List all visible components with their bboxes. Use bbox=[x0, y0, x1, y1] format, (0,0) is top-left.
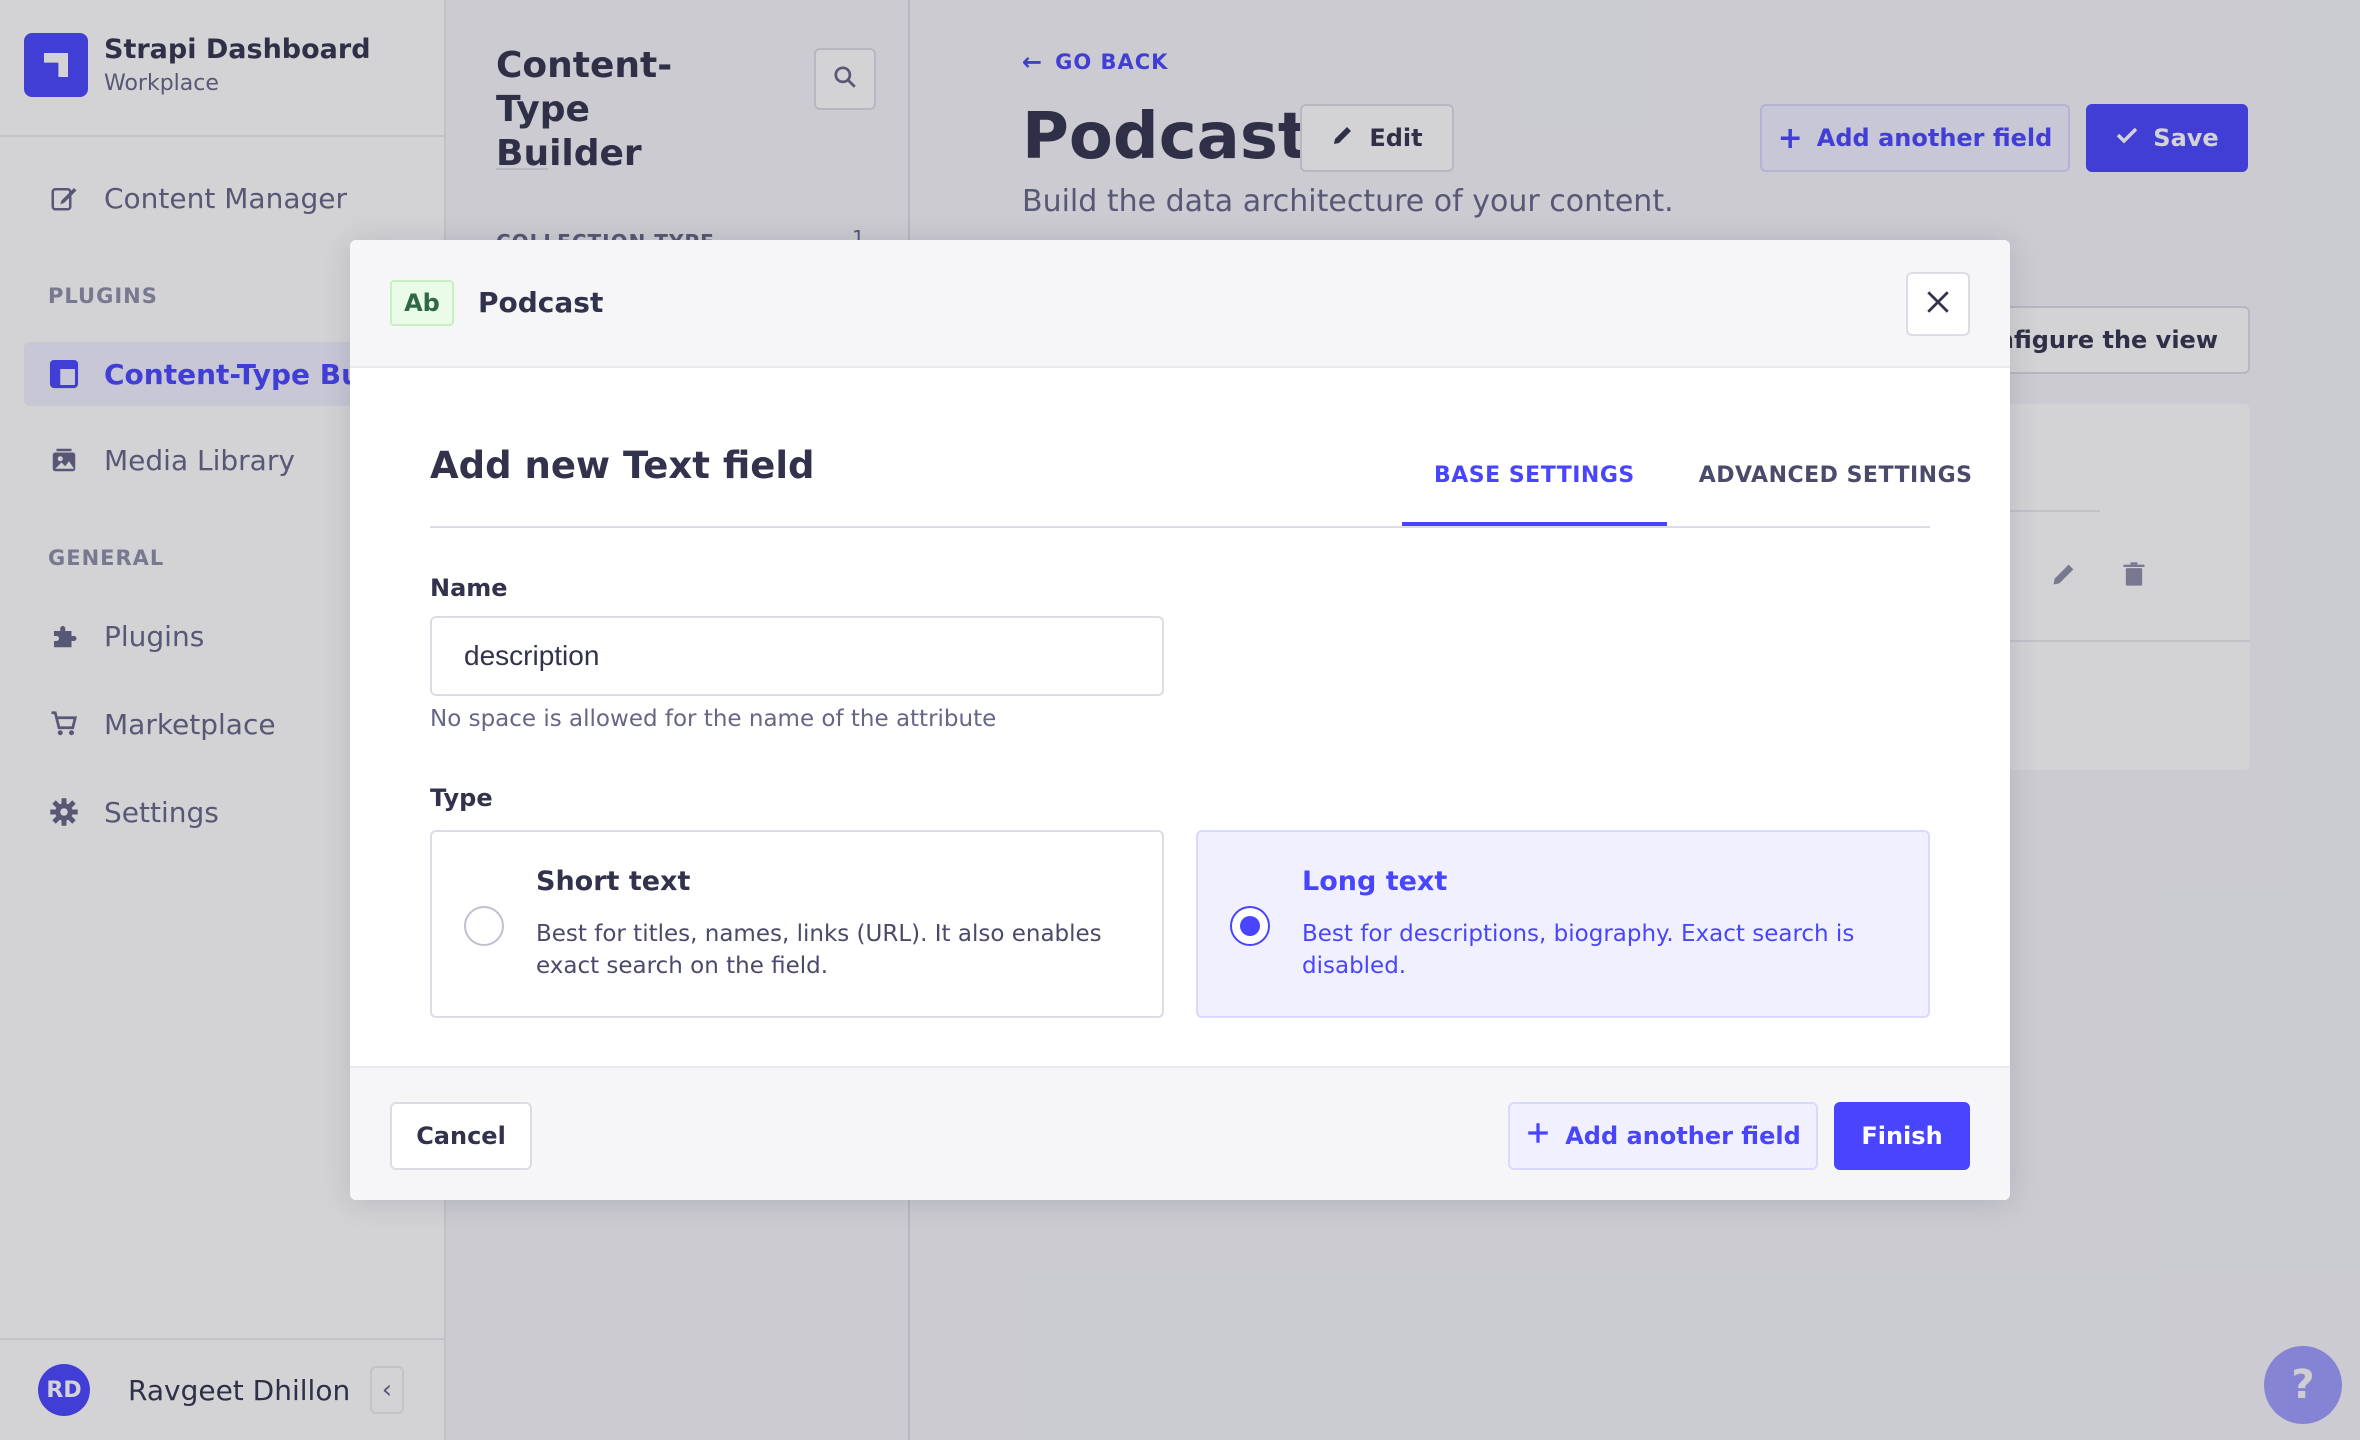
modal-content-type-name: Podcast bbox=[478, 286, 604, 319]
add-field-modal: Ab Podcast Add new Text field BASE SETTI… bbox=[350, 240, 2010, 1200]
text-type-badge: Ab bbox=[390, 280, 454, 326]
settings-tabs: BASE SETTINGS ADVANCED SETTINGS bbox=[1402, 446, 2004, 526]
long-text-option[interactable]: Long text Best for descriptions, biograp… bbox=[1196, 830, 1930, 1018]
option-description: Best for descriptions, biography. Exact … bbox=[1302, 921, 1855, 979]
option-title: Short text bbox=[536, 866, 691, 897]
name-hint: No space is allowed for the name of the … bbox=[430, 706, 997, 732]
long-text-radio[interactable] bbox=[1230, 906, 1270, 946]
close-button[interactable] bbox=[1906, 272, 1970, 336]
modal-header: Ab Podcast bbox=[350, 240, 2010, 368]
add-another-field-button[interactable]: Add another field bbox=[1508, 1102, 1818, 1170]
add-another-label: Add another field bbox=[1565, 1122, 1801, 1150]
option-description: Best for titles, names, links (URL). It … bbox=[536, 921, 1102, 979]
type-label: Type bbox=[430, 784, 493, 812]
short-text-option[interactable]: Short text Best for titles, names, links… bbox=[430, 830, 1164, 1018]
close-icon bbox=[1925, 289, 1951, 319]
name-label: Name bbox=[430, 574, 508, 602]
finish-button[interactable]: Finish bbox=[1834, 1102, 1970, 1170]
tab-base-settings[interactable]: BASE SETTINGS bbox=[1402, 446, 1667, 526]
name-input[interactable] bbox=[430, 616, 1164, 696]
short-text-radio[interactable] bbox=[464, 906, 504, 946]
tabs-divider bbox=[430, 526, 1930, 528]
modal-footer: Cancel Add another field Finish bbox=[350, 1066, 2010, 1200]
modal-title: Add new Text field bbox=[430, 444, 815, 487]
option-title: Long text bbox=[1302, 866, 1448, 897]
plus-icon bbox=[1525, 1120, 1551, 1152]
tab-advanced-settings[interactable]: ADVANCED SETTINGS bbox=[1667, 446, 2005, 526]
cancel-button[interactable]: Cancel bbox=[390, 1102, 532, 1170]
